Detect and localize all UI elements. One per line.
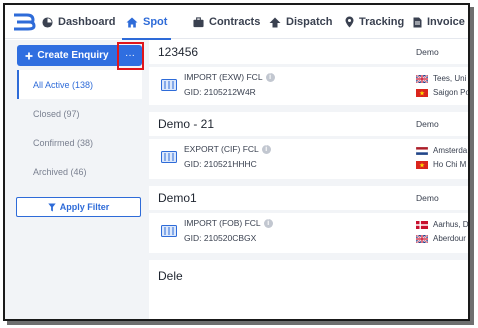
route-destination: Aberdour bbox=[416, 234, 466, 243]
nav-dashboard-label: Dashboard bbox=[58, 16, 116, 28]
enquiry-owner: Demo bbox=[416, 119, 439, 129]
info-icon[interactable]: i bbox=[263, 218, 273, 228]
container-icon bbox=[161, 225, 177, 237]
origin-port: Amsterda bbox=[433, 146, 468, 155]
enquiry-title: 123456 bbox=[158, 45, 199, 59]
enquiry-mode-label: EXPORT (CIF) FCL bbox=[184, 144, 259, 154]
dispatch-icon bbox=[269, 17, 281, 27]
create-enquiry-button[interactable]: Create Enquiry bbox=[17, 45, 117, 66]
sidebar: Create Enquiry ··· All Active (138) Clos… bbox=[5, 40, 146, 319]
enquiry-mode-label: IMPORT (FOB) FCL bbox=[184, 218, 261, 228]
enquiry-gid: GID: 2105212W4R bbox=[184, 87, 256, 97]
route-origin: Amsterda bbox=[416, 146, 467, 155]
origin-port: Aarhus, D bbox=[433, 220, 469, 229]
app-logo[interactable] bbox=[13, 12, 37, 32]
nav-invoice[interactable]: Invoice M bbox=[413, 5, 468, 39]
nav-dashboard[interactable]: Dashboard bbox=[42, 5, 115, 39]
enquiry-gid: GID: 210521HHHC bbox=[184, 159, 257, 169]
netherlands-flag-icon bbox=[416, 146, 428, 155]
nav-dispatch-label: Dispatch bbox=[286, 16, 333, 28]
destination-port: Aberdour bbox=[433, 234, 466, 243]
enquiry-card[interactable]: Demo - 21 Demo EXPORT (CIF) FCL i GID: 2… bbox=[149, 112, 468, 179]
destination-port: Ho Chi M bbox=[433, 160, 467, 169]
home-icon bbox=[126, 17, 138, 27]
enquiry-owner: Demo bbox=[416, 47, 439, 57]
container-icon bbox=[161, 151, 177, 163]
enquiry-title: Dele bbox=[158, 269, 183, 283]
route-destination: Ho Chi M bbox=[416, 160, 466, 169]
enquiry-gid: GID: 210520CBGX bbox=[184, 233, 257, 243]
nav-invoice-label: Invoice M bbox=[427, 16, 468, 28]
route-origin: Tees, Uni bbox=[416, 74, 466, 83]
enquiry-title: Demo1 bbox=[158, 191, 197, 205]
enquiry-mode: IMPORT (EXW) FCL i bbox=[184, 72, 275, 82]
enquiry-mode: EXPORT (CIF) FCL i bbox=[184, 144, 271, 154]
enquiry-mode-label: IMPORT (EXW) FCL bbox=[184, 72, 263, 82]
filter-archived[interactable]: Archived (46) bbox=[17, 157, 142, 186]
status-filter-list: All Active (138) Closed (97) Confirmed (… bbox=[17, 70, 142, 186]
enquiry-card[interactable]: 123456 Demo IMPORT (EXW) FCL i GID: 2105… bbox=[149, 40, 470, 105]
card-divider bbox=[149, 64, 468, 67]
map-pin-icon bbox=[345, 16, 354, 28]
uk-flag-icon bbox=[416, 74, 428, 83]
nav-contracts[interactable]: Contracts bbox=[193, 5, 260, 39]
vietnam-flag-icon bbox=[416, 88, 428, 97]
enquiry-list: 123456 Demo IMPORT (EXW) FCL i GID: 2105… bbox=[146, 40, 470, 319]
apply-filter-label: Apply Filter bbox=[59, 202, 110, 212]
plus-icon bbox=[25, 52, 33, 59]
document-icon bbox=[413, 17, 422, 27]
enquiry-title: Demo - 21 bbox=[158, 117, 215, 131]
card-divider bbox=[149, 210, 468, 213]
nav-tracking[interactable]: Tracking bbox=[345, 5, 404, 39]
apply-filter-button[interactable]: Apply Filter bbox=[16, 197, 141, 217]
briefcase-icon bbox=[193, 16, 204, 27]
destination-port: Saigon Po bbox=[433, 88, 470, 97]
filter-closed[interactable]: Closed (97) bbox=[17, 99, 142, 128]
dashboard-icon bbox=[42, 16, 53, 28]
nav-dispatch[interactable]: Dispatch bbox=[269, 5, 332, 39]
filter-all-active[interactable]: All Active (138) bbox=[17, 70, 142, 99]
highlight-box bbox=[117, 42, 144, 70]
info-icon[interactable]: i bbox=[261, 144, 271, 154]
nav-spot-label: Spot bbox=[143, 16, 168, 28]
enquiry-card[interactable]: Dele bbox=[149, 260, 468, 319]
denmark-flag-icon bbox=[416, 220, 428, 229]
filter-icon bbox=[48, 203, 56, 211]
container-icon bbox=[161, 79, 177, 91]
enquiry-owner: Demo bbox=[416, 193, 439, 203]
info-icon[interactable]: i bbox=[265, 72, 275, 82]
route-origin: Aarhus, D bbox=[416, 220, 469, 229]
create-enquiry-label: Create Enquiry bbox=[37, 50, 109, 61]
nav-tracking-label: Tracking bbox=[359, 16, 405, 28]
enquiry-card[interactable]: Demo1 Demo IMPORT (FOB) FCL i GID: 21052… bbox=[149, 186, 469, 253]
vietnam-flag-icon bbox=[416, 160, 428, 169]
top-navigation: Dashboard Spot Contracts Dispatch Tracki bbox=[5, 5, 468, 40]
filter-confirmed[interactable]: Confirmed (38) bbox=[17, 128, 142, 157]
origin-port: Tees, Uni bbox=[433, 74, 467, 83]
route-destination: Saigon Po bbox=[416, 88, 470, 97]
nav-contracts-label: Contracts bbox=[209, 16, 261, 28]
nav-spot[interactable]: Spot bbox=[121, 5, 172, 40]
card-divider bbox=[149, 136, 468, 139]
enquiry-mode: IMPORT (FOB) FCL i bbox=[184, 218, 273, 228]
app-window: Dashboard Spot Contracts Dispatch Tracki bbox=[3, 3, 470, 321]
uk-flag-icon bbox=[416, 234, 428, 243]
